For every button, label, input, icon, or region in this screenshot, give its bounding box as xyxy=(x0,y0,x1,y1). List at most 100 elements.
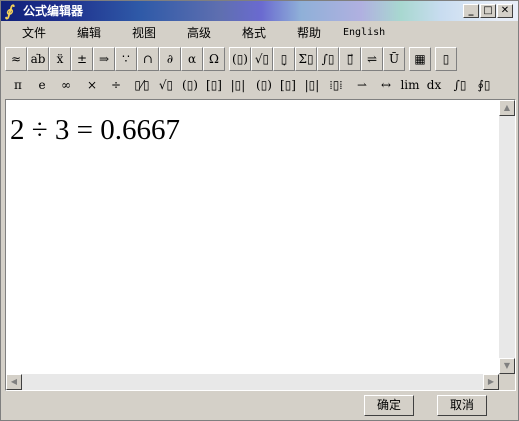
divide-button[interactable]: ÷ xyxy=(105,73,127,97)
contour-integral-button[interactable]: ∮▯ xyxy=(473,73,495,97)
spaces-ellipses-palette-button[interactable]: a͘b xyxy=(27,47,49,71)
equation-text[interactable]: 2 ÷ 3 = 0.6667 xyxy=(10,114,180,146)
relations-palette-button[interactable]: ≈ xyxy=(5,47,27,71)
menu-advanced[interactable]: 高级 xyxy=(187,26,211,40)
subscript-superscript-template-button[interactable]: ▯̣ xyxy=(273,47,295,71)
greek-upper-palette-button[interactable]: Ω xyxy=(203,47,225,71)
close-icon: ✕ xyxy=(500,5,510,16)
horizontal-scrollbar[interactable]: ◀ ▶ xyxy=(6,374,499,390)
paren-matrix-icon: (▯) xyxy=(256,78,272,92)
close-button[interactable]: ✕ xyxy=(497,4,513,18)
times-icon: × xyxy=(86,78,98,92)
brackets-icon: [▯] xyxy=(206,78,222,92)
menu-format[interactable]: 格式 xyxy=(242,26,266,40)
logical-palette-button[interactable]: ∵ xyxy=(115,47,137,71)
arrow-right-icon: ▶ xyxy=(487,377,495,386)
summation-template-button[interactable]: Σ▯ xyxy=(295,47,317,71)
summation-template-icon: Σ▯ xyxy=(298,52,314,66)
matrix-template-button[interactable]: ▦ xyxy=(409,47,431,71)
misc-symbols-palette-icon: ∂ xyxy=(166,52,174,66)
ok-button[interactable]: 确定 xyxy=(364,395,414,416)
pi-icon: π xyxy=(14,78,22,92)
logical-palette-icon: ∵ xyxy=(122,52,130,66)
fraction-button[interactable]: ▯⁄▯ xyxy=(131,73,153,97)
right-harpoon-icon: ⇀ xyxy=(356,78,368,92)
e-button[interactable]: e xyxy=(31,73,53,97)
maximize-icon: □ xyxy=(483,5,493,16)
e-icon: e xyxy=(38,78,46,92)
differential-icon: dx xyxy=(426,78,442,92)
matrix-box-button[interactable]: ⁞▯⁞ xyxy=(325,73,347,97)
bracket-matrix-button[interactable]: [▯] xyxy=(277,73,299,97)
embellishments-palette-button[interactable]: ẍ xyxy=(49,47,71,71)
maximize-button[interactable]: □ xyxy=(480,4,496,18)
scroll-up-button[interactable]: ▲ xyxy=(499,100,515,116)
menu-help[interactable]: 帮助 xyxy=(297,26,321,40)
symbol-toolbar: ≈ a͘b ẍ ± ⇒ ∵ ∩ ∂ α Ω (▯) √▯ ▯̣ Σ▯ ∫▯ ▯⃗ ⇌ Ū ▦ ▯ xyxy=(5,47,515,71)
fraction-radical-template-button[interactable]: √▯ xyxy=(251,47,273,71)
subscript-superscript-template-icon: ▯̣ xyxy=(280,52,288,66)
products-set-template-icon: Ū xyxy=(388,52,400,66)
set-theory-palette-icon: ∩ xyxy=(142,52,154,66)
fences-template-button[interactable]: (▯) xyxy=(229,47,251,71)
paren-matrix-button[interactable]: (▯) xyxy=(253,73,275,97)
products-set-template-button[interactable]: Ū xyxy=(383,47,405,71)
set-theory-palette-button[interactable]: ∩ xyxy=(137,47,159,71)
left-right-arrow-button[interactable]: ↔ xyxy=(375,73,397,97)
title-bar[interactable]: ∮ 公式编辑器 _ □ ✕ xyxy=(1,1,518,21)
more-templates-button[interactable]: ▯ xyxy=(435,47,457,71)
integral-template-icon: ∫▯ xyxy=(321,52,335,66)
labeled-arrow-template-button[interactable]: ⇌ xyxy=(361,47,383,71)
menu-bar: 文件 编辑 视图 高级 格式 帮助 English xyxy=(1,23,518,43)
embellishments-palette-icon: ẍ xyxy=(56,52,64,66)
sqrt-button[interactable]: √▯ xyxy=(155,73,177,97)
greek-upper-palette-icon: Ω xyxy=(209,52,219,66)
integral-template-button[interactable]: ∫▯ xyxy=(317,47,339,71)
relations-palette-icon: ≈ xyxy=(10,52,22,66)
fences-template-icon: (▯) xyxy=(232,52,248,66)
vertical-scrollbar[interactable]: ▲ ▼ xyxy=(499,100,515,374)
underbar-overbar-template-button[interactable]: ▯⃗ xyxy=(339,47,361,71)
operators-palette-icon: ± xyxy=(76,52,88,66)
arrow-left-icon: ◀ xyxy=(10,377,18,386)
matrix-box-icon: ⁞▯⁞ xyxy=(329,78,343,92)
menu-view[interactable]: 视图 xyxy=(132,26,156,40)
spaces-ellipses-palette-icon: a͘b xyxy=(30,52,46,66)
absolute-value-icon: |▯| xyxy=(230,78,246,92)
scroll-down-button[interactable]: ▼ xyxy=(499,358,515,374)
brackets-button[interactable]: [▯] xyxy=(203,73,225,97)
underbar-overbar-template-icon: ▯⃗ xyxy=(346,52,354,66)
fraction-radical-template-icon: √▯ xyxy=(254,52,270,66)
equation-editor-window: ∮ 公式编辑器 _ □ ✕ 文件 编辑 视图 高级 格式 帮助 English … xyxy=(0,0,519,421)
absolute-value-button[interactable]: |▯| xyxy=(227,73,249,97)
limit-button[interactable]: lim xyxy=(399,73,421,97)
right-harpoon-button[interactable]: ⇀ xyxy=(351,73,373,97)
arrow-up-icon: ▲ xyxy=(503,103,511,112)
infinity-button[interactable]: ∞ xyxy=(55,73,77,97)
matrix-template-icon: ▦ xyxy=(414,52,426,66)
parentheses-button[interactable]: (▯) xyxy=(179,73,201,97)
integral-icon: ∫▯ xyxy=(453,78,467,92)
app-icon: ∮ xyxy=(5,2,13,20)
differential-button[interactable]: dx xyxy=(423,73,445,97)
pi-button[interactable]: π xyxy=(7,73,29,97)
operators-palette-button[interactable]: ± xyxy=(71,47,93,71)
divide-icon: ÷ xyxy=(110,78,122,92)
greek-lower-palette-icon: α xyxy=(187,52,197,66)
determinant-button[interactable]: |▯| xyxy=(301,73,323,97)
times-button[interactable]: × xyxy=(81,73,103,97)
menu-edit[interactable]: 编辑 xyxy=(77,26,101,40)
arrows-palette-button[interactable]: ⇒ xyxy=(93,47,115,71)
minimize-button[interactable]: _ xyxy=(463,4,479,18)
scroll-right-button[interactable]: ▶ xyxy=(483,374,499,390)
scroll-left-button[interactable]: ◀ xyxy=(6,374,22,390)
menu-file[interactable]: 文件 xyxy=(22,26,46,40)
menu-english[interactable]: English xyxy=(343,26,385,40)
misc-symbols-palette-button[interactable]: ∂ xyxy=(159,47,181,71)
cancel-button[interactable]: 取消 xyxy=(437,395,487,416)
minimize-icon: _ xyxy=(468,5,474,16)
arrows-palette-icon: ⇒ xyxy=(98,52,110,66)
equation-editor-area[interactable]: 2 ÷ 3 = 0.6667 ▲ ▼ ◀ ▶ xyxy=(5,99,516,391)
greek-lower-palette-button[interactable]: α xyxy=(181,47,203,71)
integral-button[interactable]: ∫▯ xyxy=(449,73,471,97)
